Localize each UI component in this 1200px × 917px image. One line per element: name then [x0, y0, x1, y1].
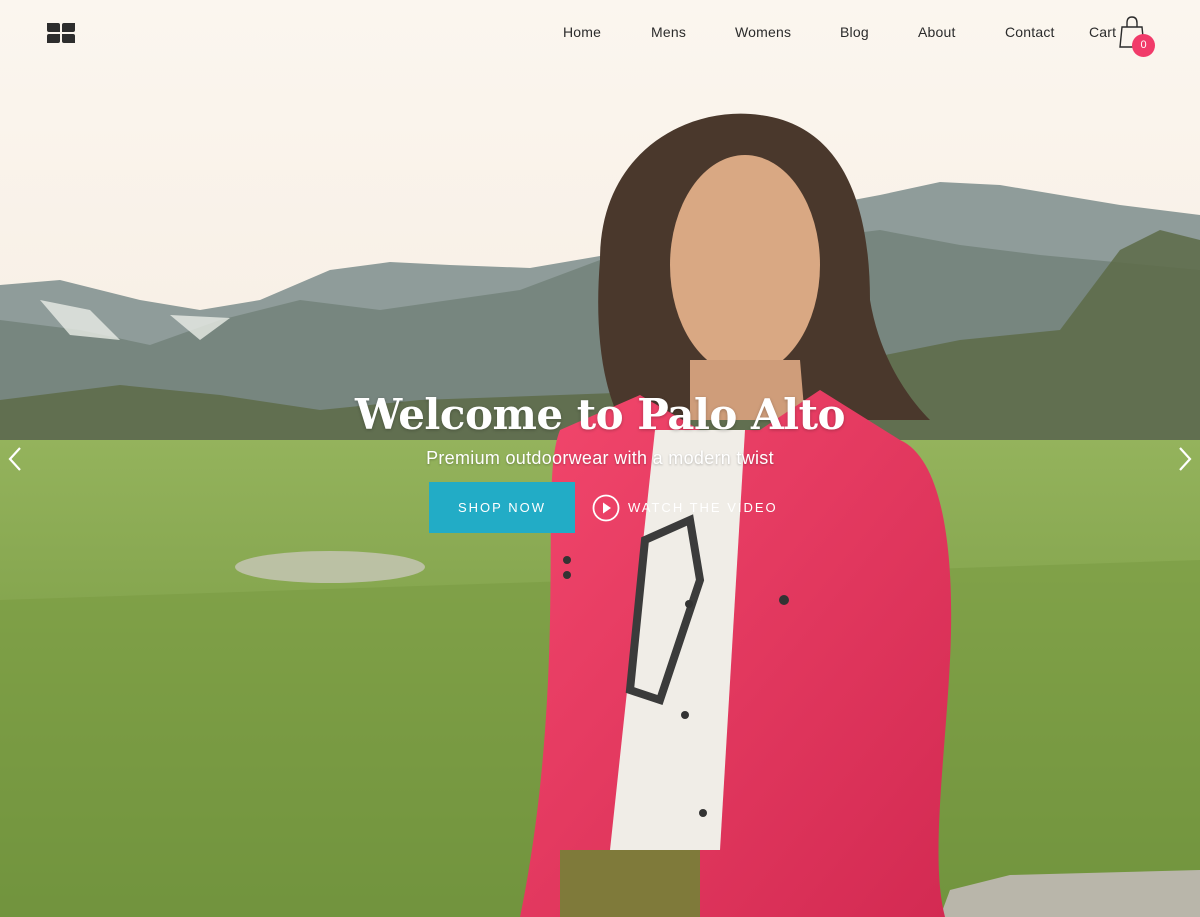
nav-link-blog[interactable]: Blog	[840, 24, 869, 40]
four-petal-logo-icon[interactable]	[46, 22, 76, 44]
shop-now-button[interactable]: SHOP NOW	[429, 482, 575, 533]
nav-link-contact[interactable]: Contact	[1005, 24, 1055, 40]
hero-subtitle: Premium outdoorwear with a modern twist	[426, 448, 774, 468]
nav-link-mens[interactable]: Mens	[651, 24, 686, 40]
nav-link-cart[interactable]: Cart	[1089, 24, 1116, 40]
top-navigation: Home Mens Womens Blog About Contact Cart…	[0, 0, 1200, 70]
hero-slider: Home Mens Womens Blog About Contact Cart…	[0, 0, 1200, 917]
hero-title: Welcome to Palo Alto	[354, 390, 846, 439]
nav-link-home[interactable]: Home	[563, 24, 601, 40]
nav-link-womens[interactable]: Womens	[735, 24, 791, 40]
nav-link-about[interactable]: About	[918, 24, 956, 40]
play-circle-icon	[592, 494, 620, 522]
cart-count-badge: 0	[1132, 34, 1155, 57]
watch-video-label: WATCH THE VIDEO	[628, 500, 778, 515]
